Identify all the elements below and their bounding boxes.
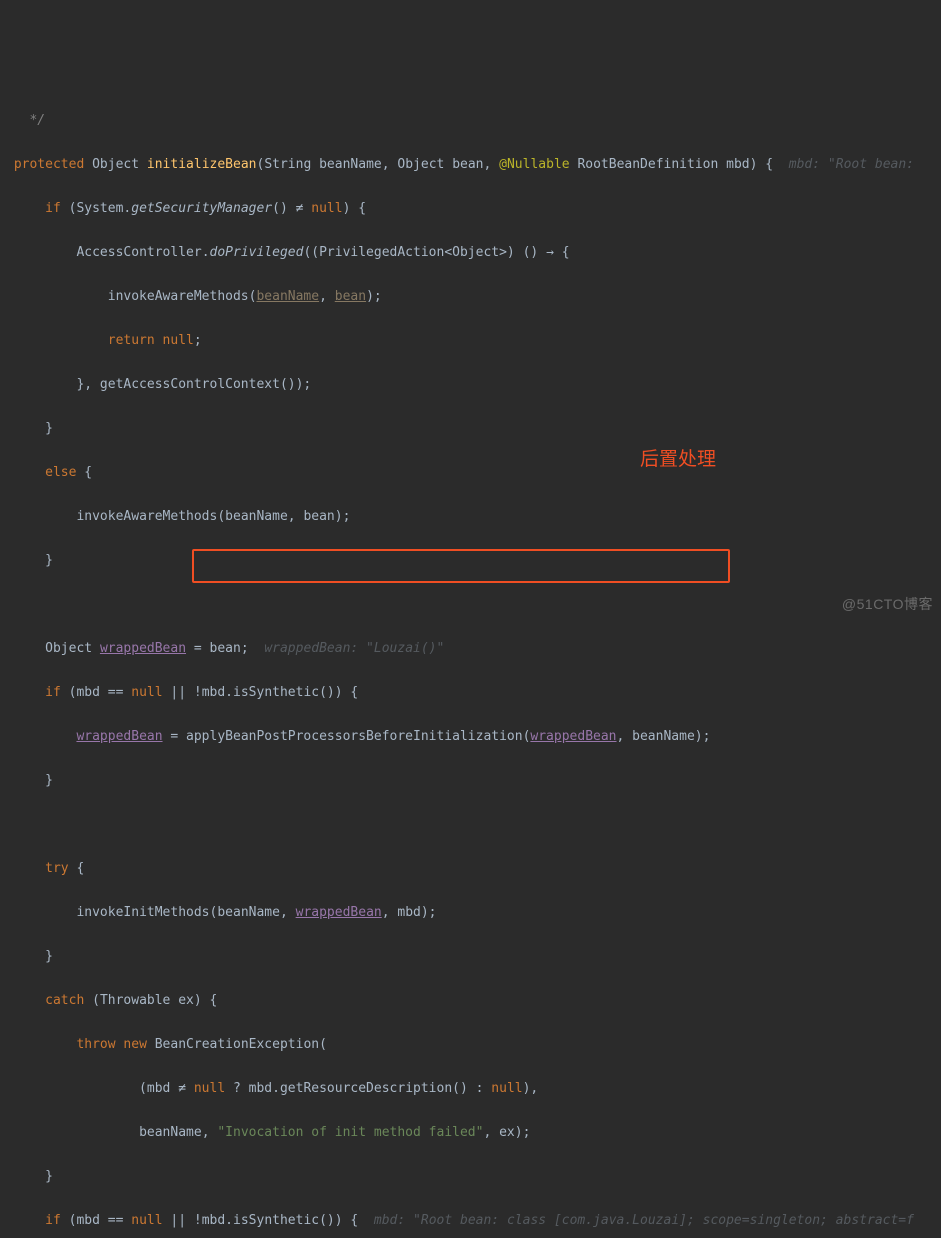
param-name: bean — [452, 157, 483, 172]
param-type: Object — [397, 157, 444, 172]
code-line[interactable]: }, getAccessControlContext()); — [6, 374, 941, 396]
code-editor[interactable]: */ protected Object initializeBean(Strin… — [0, 88, 941, 1238]
var-mbd: mbd — [147, 1081, 170, 1096]
lambda-cast: (PrivilegedAction<Object>) () — [311, 245, 546, 260]
type-object: Object — [45, 641, 92, 656]
call-getAccessControlContext: getAccessControlContext — [100, 377, 280, 392]
param-type: RootBeanDefinition — [577, 157, 718, 172]
kw-return: return — [108, 333, 155, 348]
arg-mbd: mbd — [397, 905, 420, 920]
call-invokeAwareMethods: invokeAwareMethods — [108, 289, 249, 304]
comment-fragment: */ — [22, 113, 45, 128]
kw-if: if — [45, 201, 61, 216]
type-throwable: Throwable — [100, 993, 170, 1008]
inline-hint: mbd: "Root bean: — [789, 157, 914, 172]
code-line[interactable]: } — [6, 1166, 941, 1188]
kw-try: try — [45, 861, 68, 876]
code-line[interactable]: } — [6, 946, 941, 968]
kw-null: null — [491, 1081, 522, 1096]
inline-hint: mbd: "Root bean: class [com.java.Louzai]… — [374, 1213, 914, 1228]
code-line[interactable]: Object wrappedBean = bean; wrappedBean: … — [6, 638, 941, 660]
kw-null: null — [194, 1081, 225, 1096]
inline-hint: wrappedBean: "Louzai()" — [264, 641, 444, 656]
call-getResourceDescription: getResourceDescription — [280, 1081, 452, 1096]
cls-system: System — [76, 201, 123, 216]
code-line[interactable]: return null; — [6, 330, 941, 352]
kw-new: new — [123, 1037, 146, 1052]
kw-if: if — [45, 685, 61, 700]
method-signature[interactable]: protected Object initializeBean(String b… — [6, 154, 941, 176]
kw-throw: throw — [76, 1037, 115, 1052]
param-name: mbd — [726, 157, 749, 172]
code-line[interactable]: (mbd ≠ null ? mbd.getResourceDescription… — [6, 1078, 941, 1100]
code-line[interactable] — [6, 594, 941, 616]
cls-beancreationexception: BeanCreationException — [155, 1037, 319, 1052]
kw-null: null — [163, 333, 194, 348]
arg-beanName: beanName — [632, 729, 695, 744]
code-line[interactable]: if (mbd == null || !mbd.isSynthetic()) { — [6, 682, 941, 704]
return-type: Object — [92, 157, 139, 172]
code-line[interactable]: } — [6, 550, 941, 572]
code-line[interactable]: invokeAwareMethods(beanName, bean); — [6, 286, 941, 308]
method-name: initializeBean — [147, 157, 257, 172]
code-line[interactable]: invokeAwareMethods(beanName, bean); — [6, 506, 941, 528]
var-wrappedBean: wrappedBean — [100, 641, 186, 656]
var-mbd: mbd — [76, 685, 99, 700]
call-getSecurityManager: getSecurityManager — [131, 201, 272, 216]
kw-null: null — [131, 1213, 162, 1228]
arg-beanName: beanName — [139, 1125, 202, 1140]
kw-null: null — [311, 201, 342, 216]
call-applyBefore: applyBeanPostProcessorsBeforeInitializat… — [186, 729, 523, 744]
var-mbd: mbd — [76, 1213, 99, 1228]
var-wrappedBean: wrappedBean — [76, 729, 162, 744]
code-line[interactable]: } — [6, 770, 941, 792]
kw-protected: protected — [14, 157, 84, 172]
code-line[interactable]: if (mbd == null || !mbd.isSynthetic()) {… — [6, 1210, 941, 1232]
kw-if: if — [45, 1213, 61, 1228]
param-name: beanName — [319, 157, 382, 172]
arg-beanName: beanName — [217, 905, 280, 920]
code-line[interactable]: invokeInitMethods(beanName, wrappedBean,… — [6, 902, 941, 924]
arg-ex: ex — [499, 1125, 515, 1140]
code-line[interactable]: AccessController.doPrivileged((Privilege… — [6, 242, 941, 264]
kw-else: else — [45, 465, 76, 480]
call-invokeAwareMethods: invokeAwareMethods — [76, 509, 217, 524]
kw-null: null — [131, 685, 162, 700]
code-line[interactable]: throw new BeanCreationException( — [6, 1034, 941, 1056]
arg-beanName: beanName — [256, 289, 319, 304]
code-line[interactable]: else { — [6, 462, 941, 484]
arg-wrappedBean: wrappedBean — [296, 905, 382, 920]
call-invokeInitMethods: invokeInitMethods — [76, 905, 209, 920]
code-line[interactable]: beanName, "Invocation of init method fai… — [6, 1122, 941, 1144]
arg-bean: bean — [303, 509, 334, 524]
string-literal: "Invocation of init method failed" — [217, 1125, 483, 1140]
code-line[interactable]: if (System.getSecurityManager() ≠ null) … — [6, 198, 941, 220]
arg-bean: bean — [335, 289, 366, 304]
code-line[interactable]: } — [6, 418, 941, 440]
arg-beanName: beanName — [225, 509, 288, 524]
code-line[interactable]: wrappedBean = applyBeanPostProcessorsBef… — [6, 726, 941, 748]
arg-wrappedBean: wrappedBean — [530, 729, 616, 744]
param-type: String — [264, 157, 311, 172]
code-line[interactable] — [6, 814, 941, 836]
cls-accesscontroller: AccessController — [76, 245, 201, 260]
call-isSynthetic: isSynthetic — [233, 685, 319, 700]
code-line[interactable]: */ — [6, 110, 941, 132]
code-line[interactable]: try { — [6, 858, 941, 880]
assign: = bean; — [186, 641, 249, 656]
var-ex: ex — [178, 993, 194, 1008]
call-isSynthetic: isSynthetic — [233, 1213, 319, 1228]
kw-catch: catch — [45, 993, 84, 1008]
call-doPrivileged: doPrivileged — [210, 245, 304, 260]
code-line[interactable]: catch (Throwable ex) { — [6, 990, 941, 1012]
annotation-nullable: @Nullable — [499, 157, 569, 172]
